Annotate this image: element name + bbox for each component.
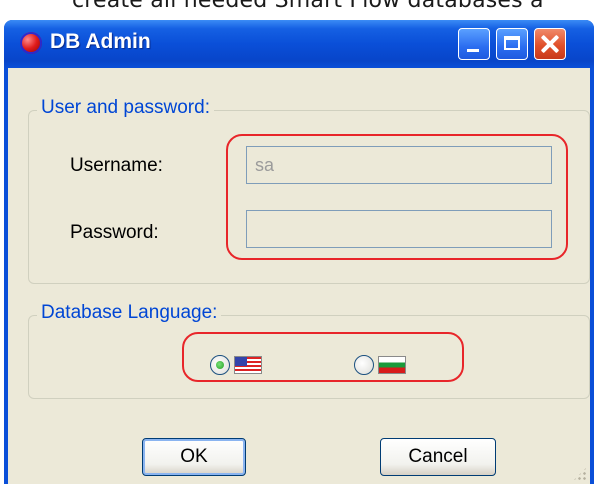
maximize-button[interactable] [496,28,528,60]
title-bar[interactable]: DB Admin [4,20,594,68]
username-label: Username: [70,155,163,176]
window-title: DB Admin [50,30,151,53]
dialog-body: User and password: Username: Password: D… [8,68,590,484]
database-language-legend: Database Language: [37,302,222,324]
background-text: create all needed Smart Flow databases a [72,0,544,13]
minimize-button[interactable] [458,28,490,60]
app-icon [20,32,42,54]
ok-button[interactable]: OK [142,438,246,476]
db-admin-window: DB Admin User and password: Username: Pa… [4,20,594,484]
resize-grip-icon[interactable] [572,466,588,482]
close-button[interactable] [534,28,566,60]
password-label: Password: [70,222,159,243]
credentials-highlight [226,134,568,260]
cancel-button[interactable]: Cancel [380,438,496,476]
language-highlight [182,332,464,382]
user-password-legend: User and password: [37,97,214,119]
